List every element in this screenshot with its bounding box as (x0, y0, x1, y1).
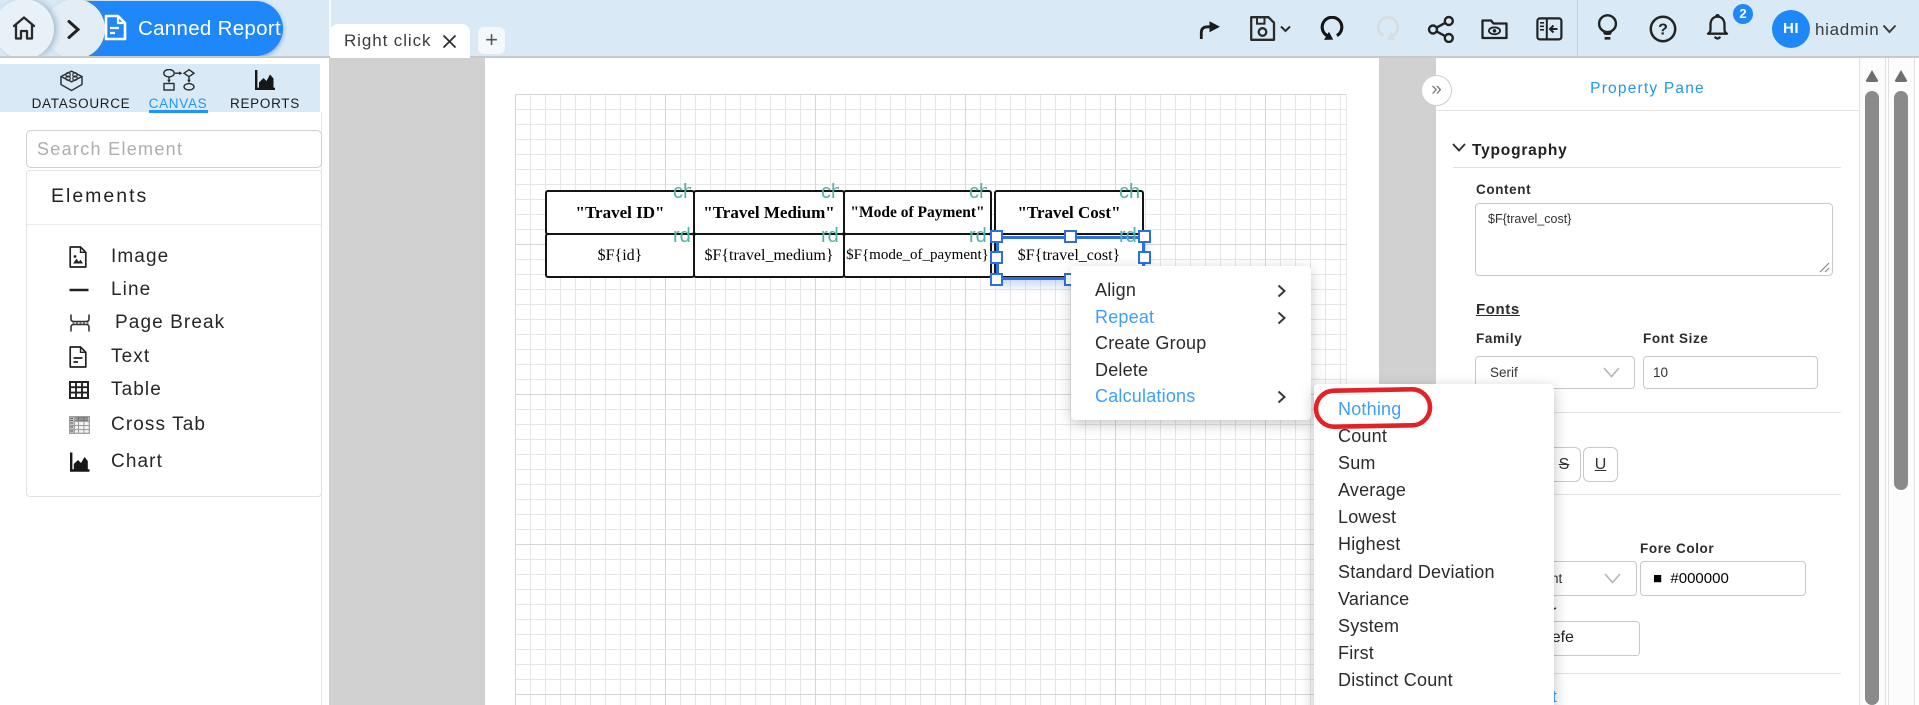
svg-text:?: ? (1658, 22, 1668, 39)
